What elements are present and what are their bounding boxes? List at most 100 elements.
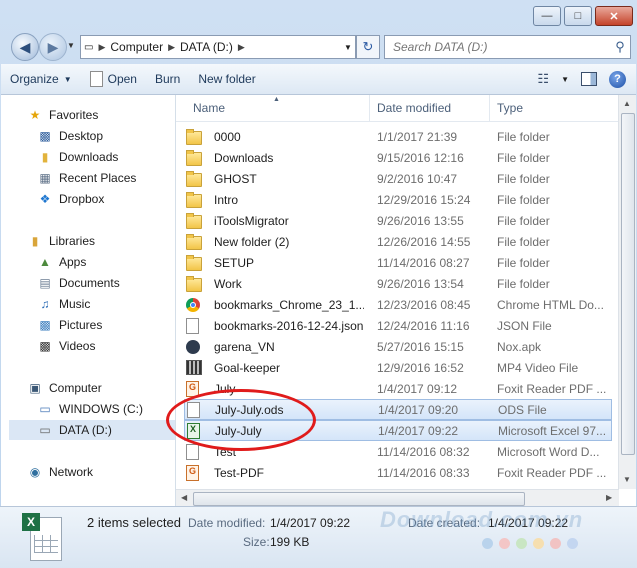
nav-item-label: DATA (D:) [59,423,112,437]
window-controls: — □ ✕ [533,6,633,26]
close-button[interactable]: ✕ [595,6,633,26]
horizontal-scroll-thumb[interactable] [193,492,525,506]
search-input[interactable] [385,39,610,55]
file-date-modified: 12/29/2016 15:24 [377,192,471,207]
help-icon[interactable]: ? [609,70,626,88]
file-row[interactable]: bookmarks_Chrome_23_1... 12/23/2016 08:45… [184,294,612,315]
burn-button[interactable]: Burn [146,64,189,94]
file-type: Nox.apk [497,339,542,354]
file-date-modified: 9/26/2016 13:55 [377,213,464,228]
apk-icon [186,339,200,354]
breadcrumb-data-drive[interactable]: DATA (D:) [177,40,236,54]
chevron-down-icon: ▼ [63,74,72,84]
column-type[interactable]: Type [497,101,523,115]
nav-item-label: Videos [59,339,96,353]
nav-libraries-label: Libraries [49,234,96,248]
file-row[interactable]: Downloads 9/15/2016 12:16 File folder [184,147,612,168]
maximize-button[interactable]: □ [564,6,592,26]
file-row[interactable]: Test 11/14/2016 08:32 Microsoft Word D... [184,441,612,462]
file-row[interactable]: iToolsMigrator 9/26/2016 13:55 File folder [184,210,612,231]
explorer-window: — □ ✕ ◀ ▶ ▼ ▭ ▶ Computer ▶ DATA (D:) ▶ ▼… [0,0,637,568]
breadcrumb-arrow-icon[interactable]: ▶ [236,42,247,53]
burn-label: Burn [154,72,181,86]
scroll-up-icon[interactable]: ▲ [623,99,631,108]
star-icon: ★ [29,108,41,122]
organize-label: Organize [10,72,59,86]
forward-button[interactable]: ▶ [39,33,67,61]
file-type: File folder [497,276,550,291]
minimize-button[interactable]: — [533,6,561,26]
new-folder-button[interactable]: New folder [189,64,264,94]
nav-network[interactable]: ◉ Network [27,462,201,482]
file-name: Test [214,444,237,459]
file-name: 0000 [214,129,241,144]
file-row[interactable]: New folder (2) 12/26/2016 14:55 File folde… [184,231,612,252]
search-box[interactable]: ⚲ [384,35,631,59]
open-button[interactable]: Open [81,64,146,94]
breadcrumb-arrow-icon[interactable]: ▶ [166,42,177,53]
apps-library-icon: ▲ [39,255,51,269]
column-divider[interactable] [369,95,370,121]
file-row[interactable]: Intro 12/29/2016 15:24 File folder [184,189,612,210]
file-row[interactable]: SETUP 11/14/2016 08:27 File folder [184,252,612,273]
address-bar[interactable]: ▭ ▶ Computer ▶ DATA (D:) ▶ ▼ [80,35,356,59]
preview-pane-icon[interactable] [581,72,597,86]
file-type: ODS File [498,402,547,417]
file-row[interactable]: GHOST 9/2/2016 10:47 File folder [184,168,612,189]
nav-computer[interactable]: ▣ Computer [27,378,201,398]
dropbox-icon: ❖ [39,192,51,206]
back-button[interactable]: ◀ [11,33,39,61]
vertical-scrollbar[interactable]: ▲ ▼ [618,95,636,489]
column-date-modified[interactable]: Date modified [377,101,451,115]
nav-favorites-label: Favorites [49,108,99,122]
recent-pages-dropdown[interactable]: ▼ [67,41,75,50]
file-row[interactable]: July-July.ods 1/4/2017 09:20 ODS File [184,399,612,420]
column-name[interactable]: Name [193,101,225,115]
back-arrow-icon: ◀ [19,38,31,55]
column-divider[interactable] [489,95,490,121]
scroll-right-icon[interactable]: ▶ [606,493,612,502]
file-row[interactable]: Goal-keeper 12/9/2016 16:52 MP4 Video File [184,357,612,378]
file-row[interactable]: 0000 1/1/2017 21:39 File folder [184,126,612,147]
file-date-modified: 1/1/2017 21:39 [377,129,458,144]
folder-icon [186,233,202,250]
document-icon [186,317,199,334]
open-label: Open [107,72,137,86]
search-icon[interactable]: ⚲ [610,39,630,55]
view-options-dropdown-icon[interactable]: ▼ [561,75,569,84]
file-row[interactable]: garena_VN 5/27/2016 15:15 Nox.apk [184,336,612,357]
file-row[interactable]: bookmarks-2016-12-24.json 12/24/2016 11:1… [184,315,612,336]
scroll-left-icon[interactable]: ◀ [181,493,187,502]
nav-item-data-drive[interactable]: ▭ DATA (D:) [9,420,175,440]
organize-button[interactable]: Organize ▼ [1,64,81,94]
scroll-down-icon[interactable]: ▼ [623,475,631,484]
file-type: Microsoft Word D... [497,444,600,459]
sort-ascending-icon: ▲ [273,96,280,103]
horizontal-scrollbar[interactable]: ◀ ▶ [176,489,619,507]
breadcrumb-arrow-icon[interactable]: ▶ [96,42,107,53]
music-icon: ♫ [40,297,50,311]
file-row[interactable]: July-July 1/4/2017 09:22 Microsoft Excel 9… [184,420,612,441]
nav-libraries[interactable]: ▮ Libraries [27,231,201,251]
recent-places-icon: ▦ [39,171,51,185]
folder-icon [186,275,202,292]
address-dropdown-icon[interactable]: ▼ [341,43,355,52]
file-row[interactable]: Test-PDF 11/14/2016 08:33 Foxit Reader PDF… [184,462,612,483]
nav-favorites[interactable]: ★ Favorites [27,105,201,125]
file-type: Foxit Reader PDF ... [497,381,607,396]
file-date-modified: 9/15/2016 12:16 [377,150,464,165]
downloads-folder-icon: ▮ [41,150,49,164]
file-type: File folder [497,192,550,207]
file-type: File folder [497,171,550,186]
file-date-modified: 12/24/2016 11:16 [377,318,470,333]
vertical-scroll-thumb[interactable] [621,113,635,455]
file-name: bookmarks-2016-12-24.json [214,318,364,333]
selection-count: 2 items selected [87,515,181,530]
refresh-button[interactable]: ↻ [356,35,380,59]
breadcrumb-computer[interactable]: Computer [107,40,166,54]
change-view-icon[interactable]: ☷ [537,71,549,87]
nav-item-label: WINDOWS (C:) [59,402,143,416]
file-row[interactable]: July 1/4/2017 09:12 Foxit Reader PDF ... [184,378,612,399]
file-date-modified: 11/14/2016 08:33 [377,465,470,480]
file-row[interactable]: Work 9/26/2016 13:54 File folder [184,273,612,294]
